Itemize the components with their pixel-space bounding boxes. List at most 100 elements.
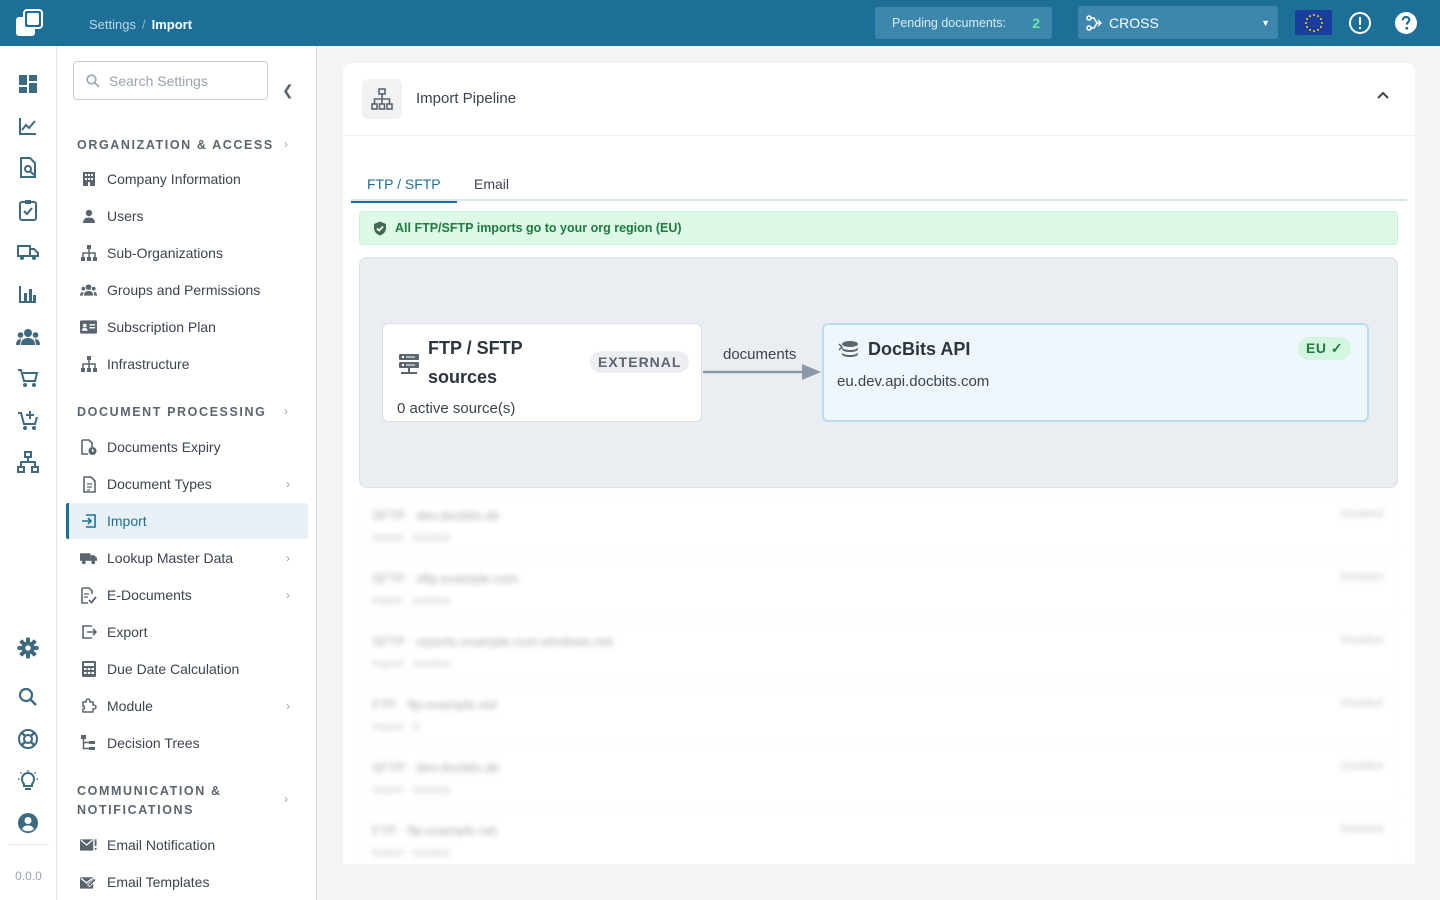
sidebar-item-e-documents[interactable]: E-Documents › [66, 577, 308, 613]
sidebar-item-users[interactable]: Users [66, 198, 308, 234]
region-notice-text: All FTP/SFTP imports go to your org regi… [395, 221, 682, 235]
list-item[interactable]: FTP · ftp.example.net Import · inactive … [359, 812, 1398, 864]
shield-check-icon [373, 221, 387, 236]
tab-email[interactable]: Email [474, 176, 509, 201]
sidebar-item-module[interactable]: Module › [66, 688, 308, 724]
card-header[interactable]: Import Pipeline [343, 63, 1415, 136]
server-icon [399, 354, 419, 381]
sidebar-item-sub-organizations[interactable]: Sub-Organizations [66, 235, 308, 271]
section-communication-notifications[interactable]: COMMUNICATION & NOTIFICATIONS [77, 782, 222, 820]
lifebuoy-icon[interactable] [16, 727, 40, 751]
import-tabs: FTP / SFTP Email [351, 171, 1407, 203]
list-item-status: Disabled [1340, 571, 1383, 583]
email-edit-icon [80, 874, 97, 891]
app-logo[interactable] [0, 0, 57, 46]
sidebar-item-email-templates[interactable]: Email Templates [66, 864, 308, 900]
chevron-right-icon: › [286, 551, 290, 565]
sidebar-item-label: Export [107, 624, 148, 640]
destination-node-meta: eu.dev.api.docbits.com [837, 373, 990, 390]
dashboard-icon[interactable] [16, 72, 40, 96]
clipboard-check-icon[interactable] [16, 198, 40, 222]
group-icon [80, 282, 97, 299]
list-item-title: SFTP · reports.example.com.windows.net [372, 634, 614, 649]
list-item[interactable]: SFTP · dev.docbits.de Import · inactive … [359, 497, 1398, 554]
search-icon [86, 73, 100, 88]
app-version: 0.0.0 [15, 869, 42, 883]
chevron-up-icon[interactable] [1375, 87, 1391, 108]
breadcrumb-settings[interactable]: Settings [89, 17, 136, 32]
people-icon[interactable] [16, 325, 40, 349]
alert-icon[interactable] [1348, 11, 1372, 35]
app-rail: 0.0.0 [0, 46, 57, 900]
pending-documents-button[interactable]: Pending documents: 2 [875, 7, 1052, 39]
list-item-status: Disabled [1340, 760, 1383, 772]
search-settings-placeholder: Search Settings [109, 72, 208, 89]
pipeline-diagram: FTP / SFTP sources EXTERNAL 0 active sou… [359, 257, 1398, 488]
bar-chart-icon[interactable] [16, 282, 40, 306]
sidebar-item-label: Sub-Organizations [107, 245, 223, 261]
sidebar-item-label: Decision Trees [107, 735, 200, 751]
document-search-icon[interactable] [16, 156, 40, 180]
sidebar-item-groups-and-permissions[interactable]: Groups and Permissions [66, 272, 308, 308]
list-item-title: FTP · ftp.example.net [372, 697, 497, 712]
truck-icon[interactable] [16, 240, 40, 264]
chevron-right-icon: › [286, 477, 290, 491]
hierarchy-icon [80, 356, 97, 373]
sidebar-item-label: Email Templates [107, 874, 210, 890]
documents-icon [80, 475, 97, 493]
settings-icon[interactable] [16, 636, 40, 660]
branch-icon [1086, 14, 1102, 31]
destination-node[interactable]: DocBits API EU ✓ eu.dev.api.docbits.com [822, 323, 1369, 422]
sidebar-item-label: Document Types [107, 476, 212, 492]
cart-plus-icon[interactable] [16, 408, 40, 432]
sidebar-item-label: Due Date Calculation [107, 661, 240, 677]
list-item-status: Disabled [1340, 823, 1383, 835]
account-icon[interactable] [16, 811, 40, 835]
tab-ftp-sftp[interactable]: FTP / SFTP [351, 176, 457, 203]
region-flag-eu-icon[interactable] [1295, 10, 1332, 35]
sidebar-item-import[interactable]: Import [66, 503, 308, 539]
sidebar-item-label: Subscription Plan [107, 319, 216, 335]
top-bar: Settings / Import Pending documents: 2 C… [0, 0, 1440, 46]
sidebar-item-document-types[interactable]: Document Types › [66, 466, 308, 502]
sidebar-item-documents-expiry[interactable]: Documents Expiry [66, 429, 308, 465]
section-document-processing[interactable]: DOCUMENT PROCESSING [77, 403, 266, 422]
list-item[interactable]: SFTP · dev.docbits.de Import · inactive … [359, 749, 1398, 806]
chart-line-icon[interactable] [16, 114, 40, 138]
list-item[interactable]: SFTP · sftp.example.com Import · inactiv… [359, 560, 1398, 617]
sidebar-item-infrastructure[interactable]: Infrastructure [66, 346, 308, 382]
sidebar-item-company-information[interactable]: Company Information [66, 161, 308, 197]
cart-icon[interactable] [16, 366, 40, 390]
list-item-title: SFTP · dev.docbits.de [372, 760, 500, 775]
sidebar-item-export[interactable]: Export [66, 614, 308, 650]
list-item-title: FTP · ftp.example.net [372, 823, 497, 838]
source-node[interactable]: FTP / SFTP sources EXTERNAL 0 active sou… [382, 323, 702, 422]
sidebar-item-due-date-calculation[interactable]: Due Date Calculation [66, 651, 308, 687]
email-alert-icon [80, 837, 97, 854]
sidebar-item-lookup-master-data[interactable]: Lookup Master Data › [66, 540, 308, 576]
import-pipeline-card: Import Pipeline FTP / SFTP Email All FTP… [343, 63, 1415, 864]
chevron-right-icon: › [286, 699, 290, 713]
source-node-meta: 0 active source(s) [397, 400, 516, 417]
calculator-icon [80, 661, 97, 678]
sidebar-item-label: Lookup Master Data [107, 550, 234, 566]
sidebar-item-label: E-Documents [107, 587, 192, 603]
organization-select[interactable]: CROSS ▼ [1078, 6, 1278, 39]
list-item[interactable]: SFTP · reports.example.com.windows.net I… [359, 623, 1398, 680]
list-item-status: Disabled [1340, 634, 1383, 646]
list-item-subtitle: Import · inactive [372, 595, 451, 607]
lightbulb-icon[interactable] [16, 769, 40, 793]
destination-node-badge: EU ✓ [1298, 337, 1352, 360]
sidebar-item-email-notification[interactable]: Email Notification [66, 827, 308, 863]
sidebar-item-subscription-plan[interactable]: Subscription Plan [66, 309, 308, 345]
search-settings-input[interactable]: Search Settings [73, 61, 268, 100]
collapse-sidebar-chevron-icon[interactable]: ❮ [282, 82, 294, 99]
search-icon[interactable] [16, 685, 40, 709]
section-organization-access[interactable]: ORGANIZATION & ACCESS [77, 136, 274, 155]
puzzle-icon [80, 698, 97, 715]
document-check-icon [80, 586, 97, 604]
network-icon[interactable] [16, 450, 40, 474]
sidebar-item-decision-trees[interactable]: Decision Trees [66, 725, 308, 761]
list-item[interactable]: FTP · ftp.example.net Import · 0 Disable… [359, 686, 1398, 743]
help-icon[interactable] [1394, 11, 1418, 35]
